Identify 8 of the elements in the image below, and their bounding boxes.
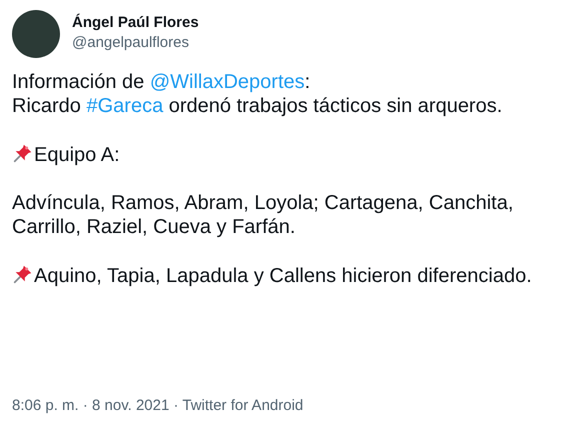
tweet-paragraph: Advíncula, Ramos, Abram, Loyola; Cartagena, Canchita, Carrillo, Raziel, Cueva y Farfán. — [12, 191, 514, 239]
author-handle[interactable]: @angelpaulflores — [72, 33, 199, 53]
author-name[interactable]: Ángel Paúl Flores — [72, 13, 199, 33]
tweet-paragraph: Aquino, Tapia, Lapadula y Callens hicieron diferenciado. — [12, 263, 570, 288]
avatar[interactable] — [12, 10, 60, 58]
tweet-paragraph: Información de @WillaxDeportes: Ricardo #Gareca ordenó trabajos tácticos sin arqueros. — [12, 70, 504, 118]
tweet-timestamp: 8:06 p. m. · 8 nov. 2021 · Twitter for Android — [12, 396, 304, 416]
tweet-paragraph: Equipo A: — [12, 142, 570, 167]
